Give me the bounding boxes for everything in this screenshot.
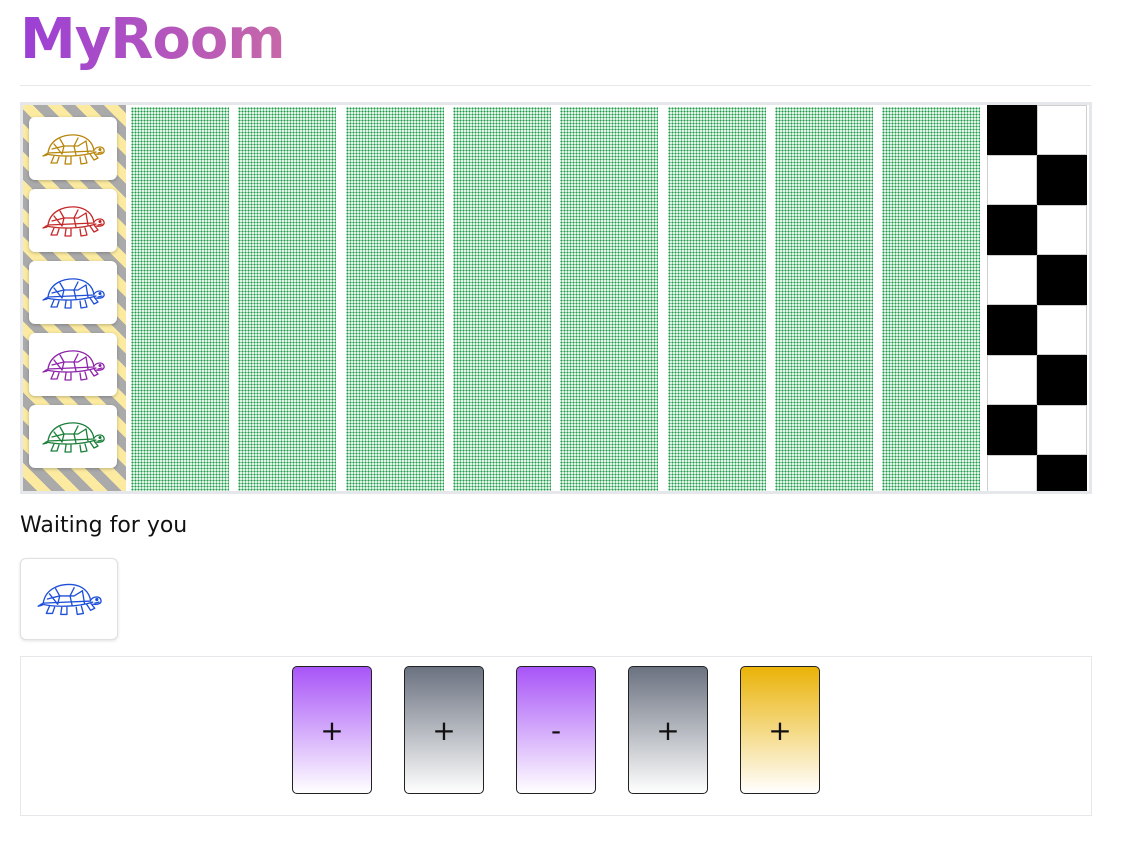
track-cell-5: [560, 107, 658, 491]
start-lane: [23, 105, 126, 491]
track-cell-2: [238, 107, 336, 491]
app-title: MyRoom: [20, 4, 286, 76]
finish-square: [987, 405, 1037, 455]
turtle-token-4: [29, 333, 117, 396]
race-board: [20, 102, 1092, 494]
move-card[interactable]: -: [516, 666, 596, 794]
track-cell-4: [453, 107, 551, 491]
finish-square: [1037, 305, 1087, 355]
turtle-token-3: [29, 261, 117, 324]
turtle-icon: [40, 417, 106, 457]
finish-square: [987, 255, 1037, 305]
turtle-icon: [40, 273, 106, 313]
move-card[interactable]: +: [292, 666, 372, 794]
finish-square: [1037, 105, 1087, 155]
status-text: Waiting for you: [20, 513, 188, 538]
turtle-icon: [40, 345, 106, 385]
finish-square: [987, 455, 1037, 491]
finish-square: [987, 105, 1037, 155]
turtle-icon: [40, 201, 106, 241]
finish-square: [987, 205, 1037, 255]
move-card[interactable]: +: [628, 666, 708, 794]
turtle-icon: [35, 578, 103, 620]
finish-line: [987, 105, 1089, 491]
move-card[interactable]: +: [740, 666, 820, 794]
turtle-token-5: [29, 405, 117, 468]
move-card[interactable]: +: [404, 666, 484, 794]
finish-square: [1037, 355, 1087, 405]
turtle-token-1: [29, 117, 117, 180]
finish-square: [1037, 255, 1087, 305]
finish-square: [1037, 455, 1087, 491]
track-cell-7: [775, 107, 873, 491]
track-cell-6: [668, 107, 766, 491]
track-cell-8: [882, 107, 980, 491]
turtle-token-2: [29, 189, 117, 252]
card-hand: + + - + +: [20, 656, 1092, 816]
finish-square: [987, 355, 1037, 405]
track-cell-3: [346, 107, 444, 491]
finish-square: [1037, 155, 1087, 205]
turtle-icon: [40, 129, 106, 169]
my-turtle-card: [20, 558, 118, 640]
finish-square: [987, 305, 1037, 355]
track-cell-1: [131, 107, 229, 491]
title-divider: [20, 85, 1091, 86]
finish-square: [1037, 205, 1087, 255]
finish-square: [987, 155, 1037, 205]
finish-square: [1037, 405, 1087, 455]
